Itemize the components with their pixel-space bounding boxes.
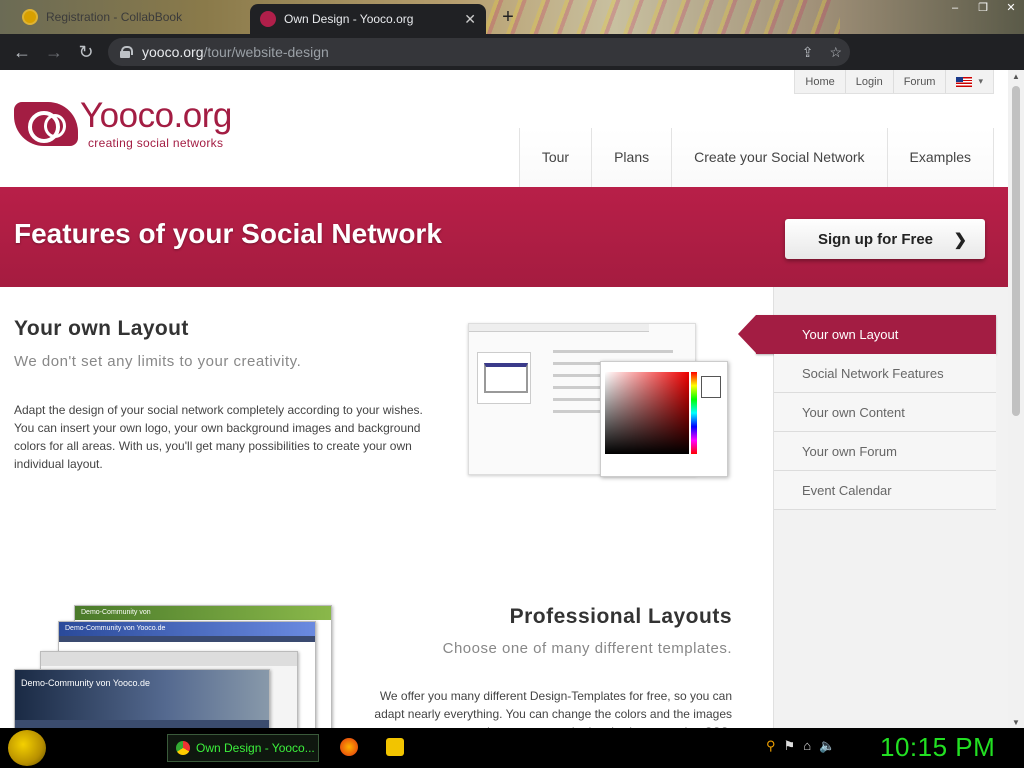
window-controls: – ❐ ✕: [948, 0, 1018, 16]
volume-icon[interactable]: 🔈: [819, 738, 835, 754]
login-link[interactable]: Login: [844, 70, 893, 93]
signup-label: Sign up for Free: [818, 230, 934, 248]
sidebar-item-features[interactable]: Social Network Features: [774, 354, 996, 393]
color-picker-screenshot: [468, 319, 728, 477]
chevron-right-icon: ❯: [953, 232, 967, 249]
search-icon[interactable]: ⚲: [766, 738, 776, 754]
sidebar-item-own-layout[interactable]: Your own Layout: [738, 315, 996, 354]
nav-create-network[interactable]: Create your Social Network: [671, 128, 887, 187]
new-tab-button[interactable]: +: [496, 6, 520, 30]
sidebar-item-event-calendar[interactable]: Event Calendar: [774, 471, 996, 510]
section-subtitle: We don't set any limits to your creativi…: [14, 353, 302, 370]
logo-tagline: creating social networks: [88, 136, 224, 150]
logo-name: Yooco.org: [80, 96, 232, 135]
close-window-icon[interactable]: ✕: [1004, 2, 1018, 14]
chrome-icon: [176, 741, 190, 755]
templates-screenshot: Demo-Community von Demo-Community von Yo…: [14, 605, 332, 728]
web-page: Home Login Forum ▾ Yooco.org creating so…: [0, 70, 1008, 728]
forum-link[interactable]: Forum: [892, 70, 946, 93]
flag-notification-icon[interactable]: ⚑: [784, 738, 796, 754]
yooco-favicon-icon: [260, 11, 276, 27]
page-scrollbar[interactable]: ▲ ▼: [1008, 70, 1024, 728]
language-selector[interactable]: ▾: [945, 70, 993, 93]
site-logo[interactable]: Yooco.org creating social networks: [14, 96, 254, 150]
os-taskbar: Own Design - Yooco... ⚲ ⚑ ⌂ 🔈 10:15 PM: [0, 728, 1024, 768]
top-utility-menu: Home Login Forum ▾: [794, 70, 994, 94]
minimize-icon[interactable]: –: [948, 2, 962, 14]
template-caption: Demo-Community von Yooco.de: [21, 678, 151, 688]
lock-icon: [120, 46, 133, 58]
hero-banner: Features of your Social Network Sign up …: [0, 187, 1008, 287]
taskbar-clock[interactable]: 10:15 PM: [880, 732, 995, 763]
system-tray: ⚲ ⚑ ⌂ 🔈: [766, 738, 835, 754]
network-icon[interactable]: ⌂: [803, 738, 811, 754]
section-body: Adapt the design of your social network …: [14, 403, 423, 471]
section-subtitle: Choose one of many different templates.: [442, 640, 732, 657]
main-content: Your own Layout We don't set any limits …: [0, 287, 773, 728]
scrollbar-thumb[interactable]: [1012, 86, 1020, 416]
section-body: We offer you many different Design-Templ…: [374, 689, 732, 728]
us-flag-icon: [956, 76, 973, 87]
taskbar-window-title: Own Design - Yooco...: [196, 741, 315, 755]
template-caption: Demo-Community von Yooco.de: [65, 625, 166, 632]
page-title: Features of your Social Network: [14, 218, 442, 249]
file-manager-icon[interactable]: [386, 738, 404, 756]
back-icon[interactable]: ←: [6, 36, 38, 68]
tab-own-design[interactable]: Own Design - Yooco.org ✕: [250, 4, 486, 34]
tour-sidebar: Your own Layout Social Network Features …: [738, 287, 1008, 728]
browser-toolbar: ← → ↻ yooco.org/tour/website-design ⇪ ☆ …: [0, 34, 1024, 95]
url-path: /tour/website-design: [203, 44, 329, 60]
restore-icon[interactable]: ❐: [976, 2, 990, 14]
tab-title: Own Design - Yooco.org: [284, 12, 414, 26]
browser-tab-strip: Registration - CollabBook Own Design - Y…: [0, 0, 1024, 34]
reload-icon[interactable]: ↻: [70, 36, 102, 68]
collabbook-favicon-icon: [22, 9, 38, 25]
nav-plans[interactable]: Plans: [591, 128, 672, 187]
yooco-logo-icon: [14, 102, 78, 146]
section-title: Professional Layouts: [509, 605, 732, 628]
nav-tour[interactable]: Tour: [518, 128, 592, 187]
share-icon[interactable]: ⇪: [802, 44, 814, 61]
url-host: yooco.org: [142, 44, 204, 60]
sidebar-item-own-forum[interactable]: Your own Forum: [774, 432, 996, 471]
template-caption: Demo-Community von: [81, 609, 151, 616]
signup-button[interactable]: Sign up for Free ❯: [785, 219, 985, 259]
taskbar-chrome-window[interactable]: Own Design - Yooco...: [167, 734, 319, 762]
section-title: Your own Layout: [14, 317, 189, 340]
main-navigation: Tour Plans Create your Social Network Ex…: [518, 128, 994, 187]
address-bar[interactable]: yooco.org/tour/website-design ⇪ ☆: [108, 38, 850, 66]
firefox-icon[interactable]: [340, 738, 358, 756]
tab-collabbook[interactable]: Registration - CollabBook: [12, 2, 248, 32]
start-menu-icon[interactable]: [8, 730, 46, 766]
forward-icon[interactable]: →: [38, 36, 70, 68]
window-background-art: [480, 0, 840, 34]
bookmark-star-icon[interactable]: ☆: [829, 44, 842, 61]
home-link[interactable]: Home: [795, 70, 844, 93]
tab-title: Registration - CollabBook: [46, 10, 183, 24]
scroll-up-icon[interactable]: ▲: [1012, 72, 1020, 81]
scroll-down-icon[interactable]: ▼: [1012, 718, 1020, 727]
dropdown-arrow-icon: ▾: [978, 76, 983, 86]
close-tab-icon[interactable]: ✕: [464, 11, 476, 28]
nav-examples[interactable]: Examples: [886, 128, 994, 187]
sidebar-item-own-content[interactable]: Your own Content: [774, 393, 996, 432]
